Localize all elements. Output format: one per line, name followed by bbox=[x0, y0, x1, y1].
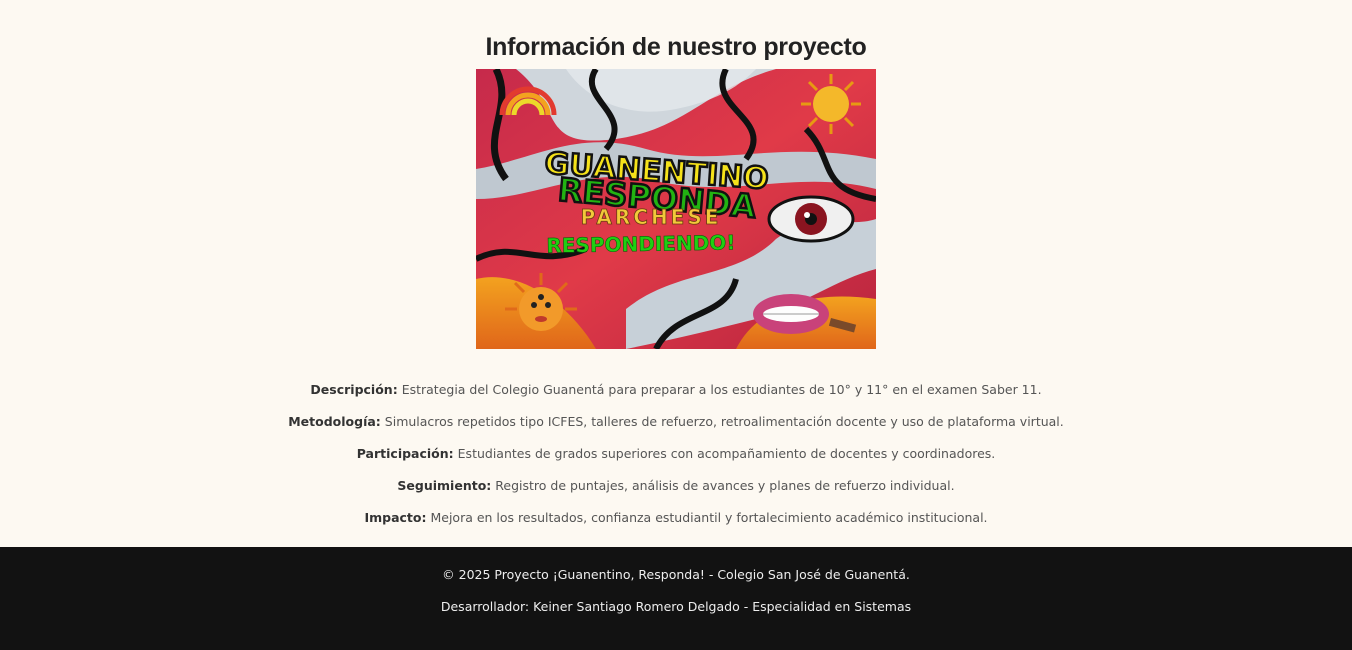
participation-text: Estudiantes de grados superiores con aco… bbox=[457, 445, 996, 461]
description-text: Estrategia del Colegio Guanentá para pre… bbox=[401, 381, 1042, 397]
poster-line4: RESPONDIENDO! bbox=[546, 230, 735, 257]
project-poster-image: GUANENTINO RESPONDA PARCHESE RESPONDIEND… bbox=[476, 69, 876, 349]
impact-label: Impacto: bbox=[364, 509, 427, 525]
description-row: Descripción: Estrategia del Colegio Guan… bbox=[0, 381, 1352, 399]
methodology-row: Metodología: Simulacros repetidos tipo I… bbox=[0, 413, 1352, 431]
tracking-text: Registro de puntajes, análisis de avance… bbox=[495, 477, 955, 493]
impact-row: Impacto: Mejora en los resultados, confi… bbox=[0, 509, 1352, 527]
methodology-label: Metodología: bbox=[288, 413, 381, 429]
project-info-section: Información de nuestro proyecto GUANENTI… bbox=[0, 0, 1352, 547]
poster-line3: PARCHESE bbox=[581, 205, 722, 229]
impact-text: Mejora en los resultados, confianza estu… bbox=[430, 509, 988, 525]
description-label: Descripción: bbox=[310, 381, 398, 397]
page-title: Información de nuestro proyecto bbox=[485, 33, 867, 61]
participation-label: Participación: bbox=[356, 445, 454, 461]
footer-developer: Desarrollador: Keiner Santiago Romero De… bbox=[440, 599, 912, 614]
tracking-label: Seguimiento: bbox=[397, 477, 492, 493]
page-footer: © 2025 Proyecto ¡Guanentino, Responda! -… bbox=[0, 547, 1352, 650]
methodology-text: Simulacros repetidos tipo ICFES, tallere… bbox=[384, 413, 1064, 429]
tracking-row: Seguimiento: Registro de puntajes, análi… bbox=[0, 477, 1352, 495]
participation-row: Participación: Estudiantes de grados sup… bbox=[0, 445, 1352, 463]
footer-copyright: © 2025 Proyecto ¡Guanentino, Responda! -… bbox=[442, 567, 910, 582]
